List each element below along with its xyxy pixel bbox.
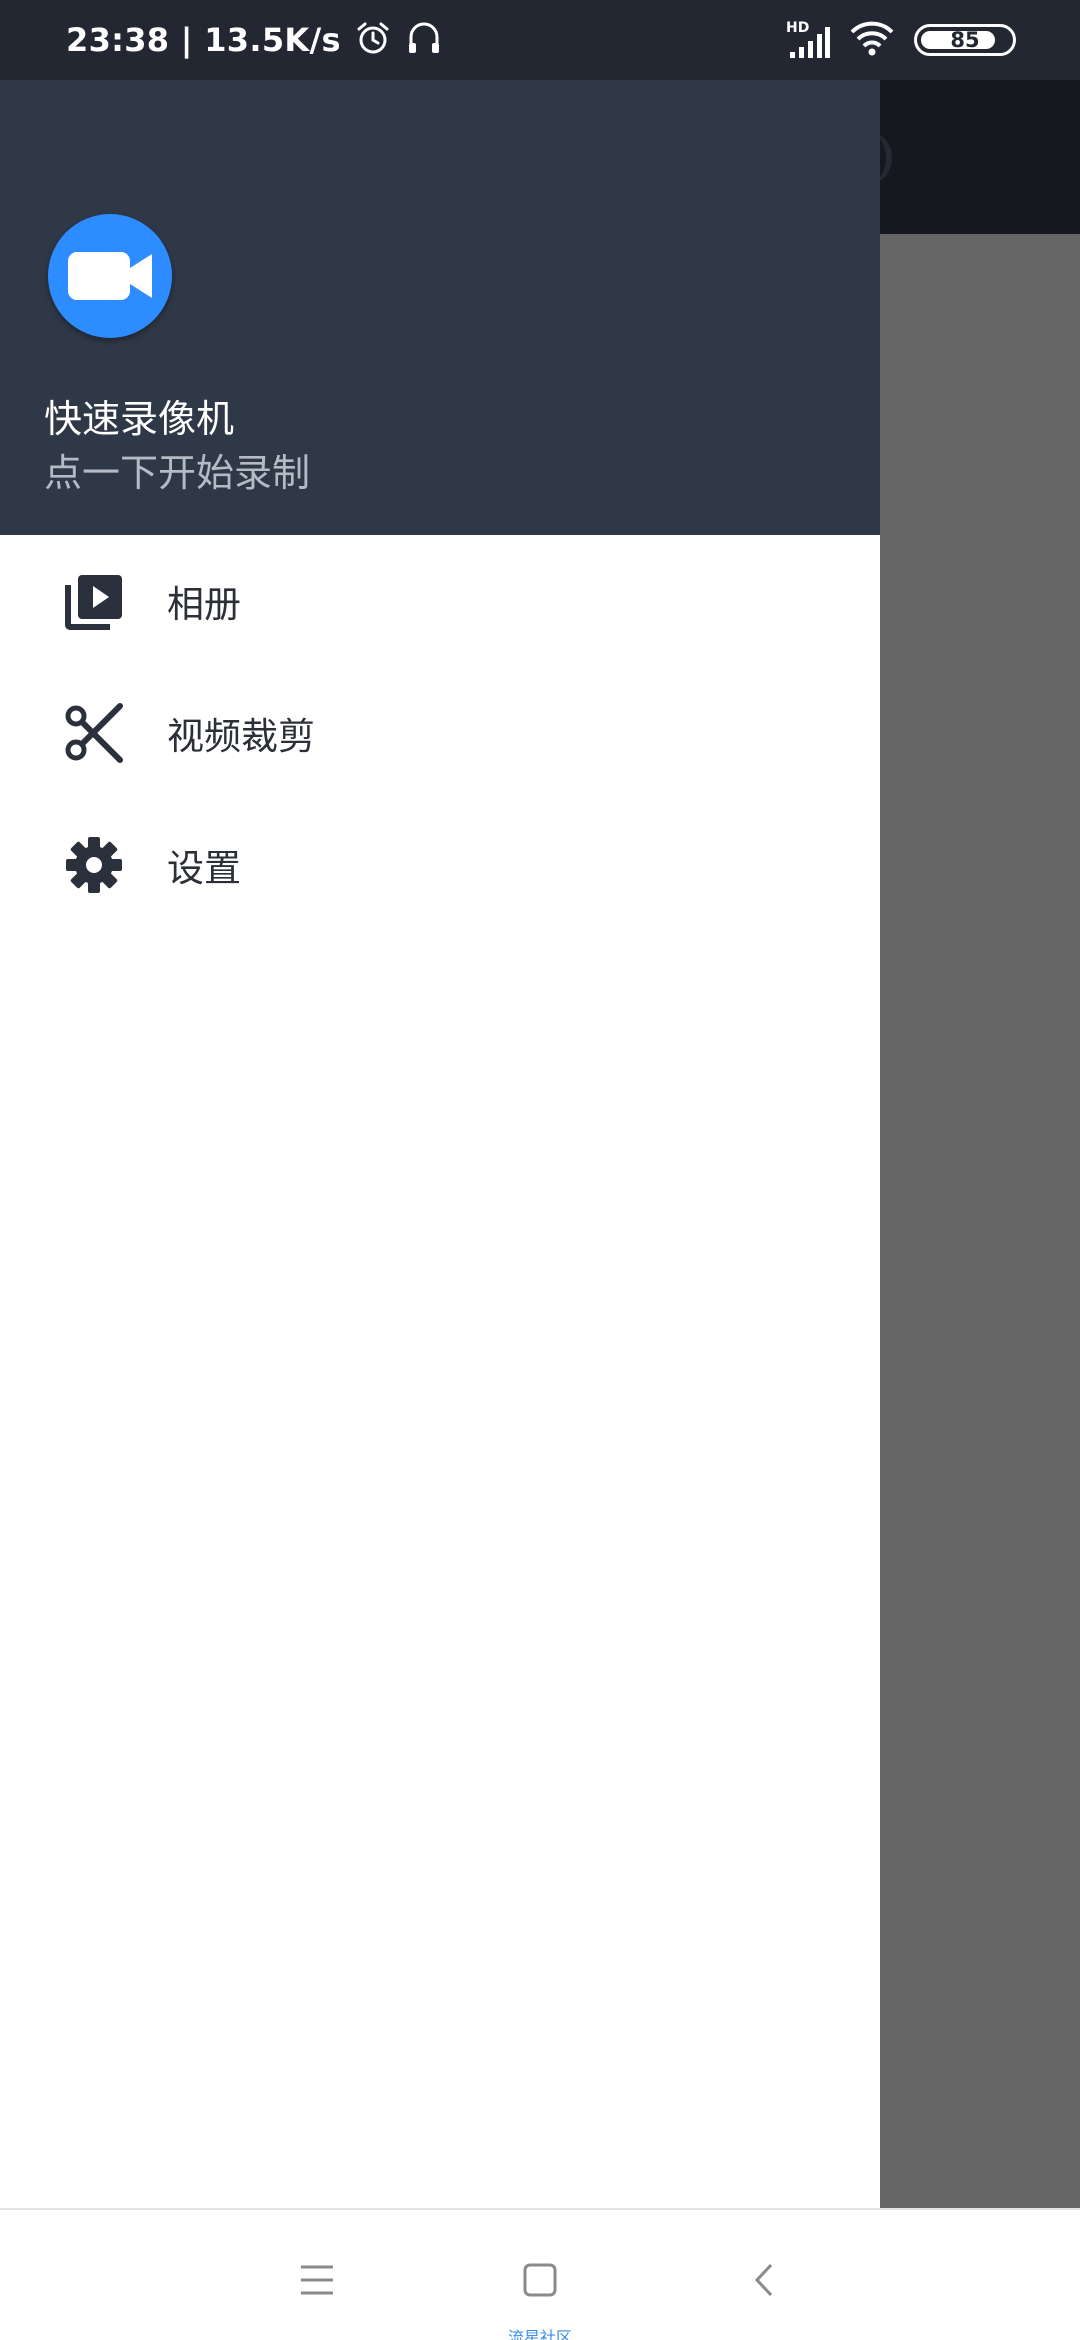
back-icon[interactable]	[745, 2260, 785, 2300]
status-time-speed: 23:38 | 13.5K/s	[66, 21, 341, 59]
alarm-icon	[355, 20, 391, 60]
system-nav-bar: 流星社区	[0, 2208, 1080, 2340]
status-left: 23:38 | 13.5K/s	[66, 0, 443, 80]
drawer-item-settings[interactable]: 设置	[0, 799, 880, 931]
navigation-drawer: 快速录像机 点一下开始录制 相册 视频裁剪 设置	[0, 0, 880, 2210]
drawer-item-gallery[interactable]: 相册	[0, 535, 880, 667]
gear-icon	[64, 835, 124, 895]
wifi-icon	[850, 20, 894, 60]
scissors-icon	[64, 703, 124, 763]
headset-icon	[405, 19, 443, 61]
drawer-header: 快速录像机 点一下开始录制	[0, 0, 880, 535]
video-library-icon	[64, 571, 124, 631]
drawer-menu: 相册 视频裁剪 设置	[0, 535, 880, 931]
status-right: HD 85	[786, 0, 1016, 80]
drawer-item-label: 相册	[167, 583, 241, 626]
drawer-item-label: 视频裁剪	[167, 715, 315, 758]
drawer-item-video-trim[interactable]: 视频裁剪	[0, 667, 880, 799]
video-camera-icon	[48, 214, 172, 338]
watermark-text: 流星社区	[507, 2328, 572, 2340]
battery-percentage: 85	[950, 28, 980, 52]
status-bar: 23:38 | 13.5K/s HD 85	[0, 0, 1080, 80]
menu-icon[interactable]	[297, 2260, 337, 2300]
screen: 23:38 | 13.5K/s HD 85 快速录像机 点一下开始录制 相册 视…	[0, 0, 1080, 2340]
battery-indicator: 85	[914, 24, 1016, 56]
cellular-signal-icon: HD	[786, 20, 830, 60]
drawer-item-label: 设置	[167, 847, 241, 890]
home-icon[interactable]	[520, 2260, 560, 2300]
drawer-app-name: 快速录像机	[44, 397, 235, 441]
drawer-subtitle: 点一下开始录制	[44, 451, 311, 495]
